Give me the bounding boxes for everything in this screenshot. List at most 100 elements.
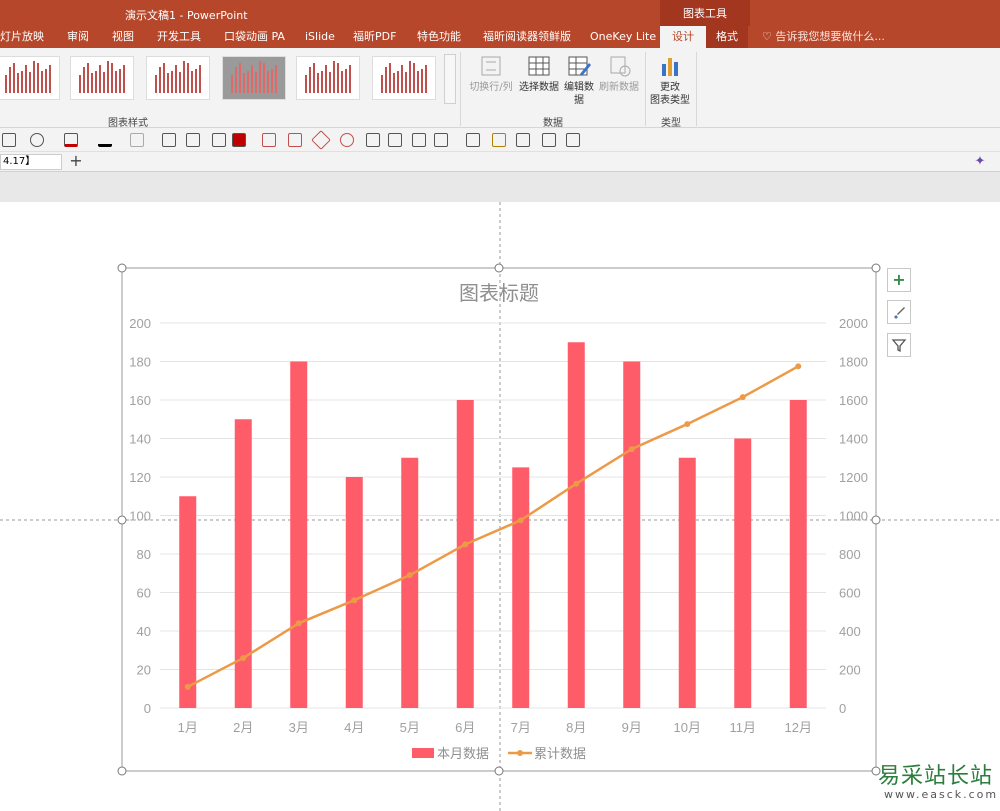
bar[interactable] — [789, 400, 807, 708]
distribute-icon[interactable] — [212, 133, 226, 147]
tab-developer[interactable]: 开发工具 — [157, 26, 201, 48]
category-axis: 1月 2月 3月 4月 5月 6月 7月 8月 9月 10月 11月 12月 — [178, 720, 812, 735]
cumulative-line[interactable] — [187, 365, 799, 688]
right-axis-tick-label: 800 — [839, 547, 861, 562]
tab-foxit-pdf[interactable]: 福昕PDF — [353, 26, 396, 48]
stack-icon[interactable] — [542, 133, 556, 147]
select-data-button[interactable]: 选择数据 — [516, 54, 562, 94]
editor-canvas-margin — [0, 172, 1000, 202]
bar[interactable] — [179, 496, 197, 708]
thumb-mini-bar — [405, 72, 407, 93]
fill-color-icon[interactable] — [232, 133, 246, 147]
tab-foxit-reader[interactable]: 福昕阅读器领鲜版 — [483, 26, 571, 48]
format-painter-icon[interactable] — [130, 133, 144, 147]
table-icon[interactable] — [162, 133, 176, 147]
switch-row-column-icon — [481, 56, 501, 76]
chart-styles-brush-icon[interactable] — [887, 300, 911, 324]
ungroup-icon[interactable] — [288, 133, 302, 147]
chart-style-thumb-1[interactable] — [0, 56, 60, 100]
tab-onekey-lite[interactable]: OneKey Lite — [590, 26, 656, 48]
font-color-icon[interactable] — [98, 133, 112, 147]
group-divider — [645, 52, 646, 126]
legend-line-label[interactable]: 累计数据 — [534, 746, 586, 761]
paste-icon[interactable] — [434, 133, 448, 147]
columns-icon[interactable] — [516, 133, 530, 147]
brush-icon[interactable] — [492, 133, 506, 147]
thumb-mini-bar — [235, 67, 237, 93]
bar[interactable] — [234, 419, 252, 708]
chart-elements-plus-icon[interactable]: + — [887, 268, 911, 292]
chart-style-thumb-2[interactable] — [70, 56, 134, 100]
bar[interactable] — [456, 400, 474, 708]
chart-style-thumb-3[interactable] — [146, 56, 210, 100]
bar[interactable] — [623, 361, 641, 709]
chart-title[interactable]: 图表标题 — [459, 282, 539, 305]
shape-icon[interactable] — [2, 133, 16, 147]
chart-style-thumb-4[interactable] — [222, 56, 286, 100]
bar[interactable] — [567, 342, 585, 708]
bar-series[interactable] — [179, 342, 807, 708]
combo-chart[interactable]: 0 20 40 60 80 100 120 140 160 180 200 0 200 400 600 80… — [0, 202, 1000, 811]
section-name-field[interactable]: 4.17】 — [0, 154, 62, 170]
bring-forward-icon[interactable] — [366, 133, 380, 147]
resize-handle[interactable] — [117, 766, 127, 776]
chart-filter-funnel-icon[interactable] — [887, 333, 911, 357]
line-series[interactable] — [184, 363, 802, 690]
bar-chart-icon[interactable] — [388, 133, 402, 147]
thumb-mini-bar — [183, 61, 185, 93]
group-icon[interactable] — [262, 133, 276, 147]
align-icon[interactable] — [186, 133, 200, 147]
crop-icon[interactable] — [566, 133, 580, 147]
tab-view[interactable]: 视图 — [112, 26, 134, 48]
thumb-mini-bar — [9, 67, 11, 93]
category-label: 10月 — [674, 720, 701, 735]
thumb-mini-bar — [255, 72, 257, 93]
tab-format[interactable]: 格式 — [706, 26, 748, 48]
shape-outline-icon[interactable] — [30, 133, 44, 147]
pen-color-icon[interactable] — [64, 133, 78, 147]
sparkle-icon[interactable]: ✦ — [972, 154, 988, 170]
resize-handle[interactable] — [871, 263, 881, 273]
tab-special-features[interactable]: 特色功能 — [417, 26, 461, 48]
resize-handle[interactable] — [494, 766, 504, 776]
bar[interactable] — [678, 457, 696, 708]
slide-canvas[interactable]: 0 20 40 60 80 100 120 140 160 180 200 0 200 400 600 80… — [0, 202, 1000, 811]
chart-style-thumb-6[interactable] — [372, 56, 436, 100]
chart-style-thumb-5[interactable] — [296, 56, 360, 100]
textbox-icon[interactable] — [412, 133, 426, 147]
tab-review[interactable]: 审阅 — [67, 26, 89, 48]
legend-bar-label[interactable]: 本月数据 — [437, 746, 489, 761]
add-icon[interactable]: + — [66, 153, 86, 171]
line-point — [795, 363, 802, 370]
left-axis-tick-label: 0 — [144, 701, 151, 716]
left-axis-tick-label: 80 — [137, 547, 151, 562]
bar[interactable] — [512, 467, 530, 708]
align-top-icon[interactable] — [466, 133, 480, 147]
tab-islide[interactable]: iSlide — [305, 26, 335, 48]
bar[interactable] — [345, 477, 363, 708]
tab-design[interactable]: 设计 — [660, 26, 706, 48]
change-chart-type-button[interactable]: 更改 图表类型 — [648, 54, 692, 107]
tab-pocket-animation[interactable]: 口袋动画 PA — [224, 26, 285, 48]
edit-data-button[interactable]: 编辑数 据 — [562, 54, 596, 107]
resize-handle[interactable] — [117, 263, 127, 273]
tell-me-search[interactable]: ♡ 告诉我您想要做什么... — [762, 26, 885, 48]
category-label: 3月 — [289, 720, 309, 735]
left-axis-ticks: 0 20 40 60 80 100 120 140 160 180 200 — [129, 316, 151, 716]
circle-icon[interactable] — [340, 133, 354, 147]
thumb-mini-bar — [199, 65, 201, 93]
resize-handle[interactable] — [117, 515, 127, 525]
thumb-mini-bar — [345, 69, 347, 93]
line-point — [351, 597, 358, 604]
switch-row-column-button[interactable]: 切换行/列 — [466, 54, 516, 94]
resize-handle[interactable] — [494, 263, 504, 273]
thumb-mini-bar — [87, 63, 89, 93]
rotate-icon[interactable] — [311, 130, 331, 150]
resize-handle[interactable] — [871, 515, 881, 525]
bar[interactable] — [290, 361, 308, 709]
refresh-data-button[interactable]: 刷新数据 — [596, 54, 642, 94]
gallery-scrollbar[interactable] — [444, 54, 456, 104]
bar[interactable] — [401, 457, 419, 708]
bar[interactable] — [734, 438, 752, 709]
tab-slideshow[interactable]: 灯片放映 — [0, 26, 44, 48]
